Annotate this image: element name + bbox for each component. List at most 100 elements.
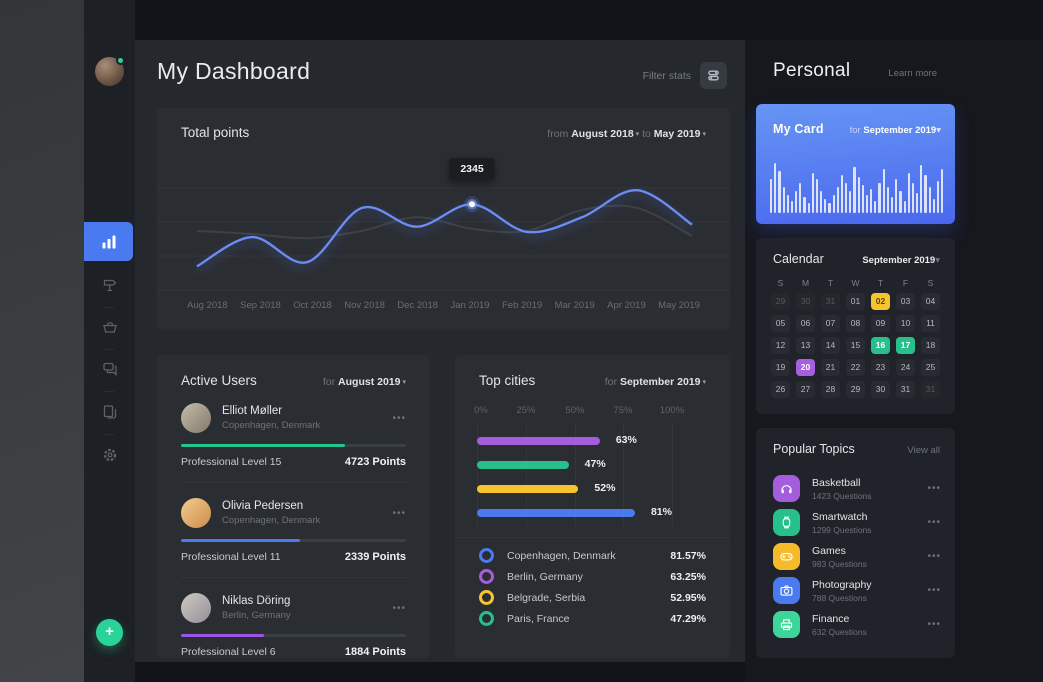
city-bar[interactable]: 63% — [477, 437, 672, 445]
sidebar-item-signpost[interactable] — [84, 270, 135, 300]
chevron-down-icon[interactable]: ▾ — [935, 255, 940, 266]
user-avatar[interactable] — [181, 593, 211, 623]
chevron-down-icon[interactable]: ▾ — [402, 379, 406, 386]
city-bar[interactable]: 52% — [477, 485, 672, 493]
sidebar-item-shop[interactable] — [84, 312, 135, 342]
calendar-day[interactable]: 06 — [796, 315, 815, 332]
calendar-day[interactable]: 15 — [846, 337, 865, 354]
sidebar-item-messages[interactable] — [84, 354, 135, 384]
calendar-day[interactable]: 29 — [846, 381, 865, 398]
from-date-dropdown[interactable]: August 2018 — [571, 128, 633, 140]
calendar-day[interactable]: 30 — [796, 293, 815, 310]
topic-row[interactable]: Basketball 1423 Questions ••• — [773, 475, 941, 502]
calendar-day[interactable]: 01 — [846, 293, 865, 310]
calendar-day[interactable]: 22 — [846, 359, 865, 376]
filter-stats-button[interactable] — [700, 62, 727, 89]
card-title: Top cities — [479, 373, 535, 388]
x-tick: Apr 2019 — [607, 300, 646, 311]
calendar-day[interactable]: 02 — [871, 293, 890, 310]
sidebar-item-settings[interactable] — [84, 440, 135, 470]
more-icon[interactable]: ••• — [927, 483, 941, 494]
more-icon[interactable]: ••• — [392, 413, 406, 424]
topic-row[interactable]: Smartwatch 1299 Questions ••• — [773, 509, 941, 536]
view-all-link[interactable]: View all — [907, 445, 940, 456]
city-bar[interactable]: 81% — [477, 509, 672, 517]
calendar-day[interactable]: 16 — [871, 337, 890, 354]
city-bar[interactable]: 47% — [477, 461, 672, 469]
chevron-down-icon[interactable]: ▾ — [936, 125, 941, 136]
calendar-day[interactable]: 04 — [921, 293, 940, 310]
primary-series-line — [197, 190, 692, 266]
chevron-down-icon[interactable]: ▾ — [702, 379, 706, 386]
more-icon[interactable]: ••• — [392, 508, 406, 519]
my-card[interactable]: My Card for September 2019▾ — [756, 104, 955, 224]
topic-row[interactable]: Finance 632 Questions ••• — [773, 611, 941, 638]
add-button[interactable]: + — [96, 619, 123, 646]
calendar-day[interactable]: 23 — [871, 359, 890, 376]
calendar-day[interactable]: 14 — [821, 337, 840, 354]
calendar-day[interactable]: 31 — [896, 381, 915, 398]
calendar-day[interactable]: 18 — [921, 337, 940, 354]
chevron-down-icon[interactable]: ▾ — [702, 131, 706, 138]
user-avatar[interactable] — [95, 57, 124, 86]
more-icon[interactable]: ••• — [927, 517, 941, 528]
topic-questions: 1423 Questions — [812, 491, 927, 501]
calendar-day[interactable]: 17 — [896, 337, 915, 354]
calendar-day[interactable]: 24 — [896, 359, 915, 376]
legend-row[interactable]: Belgrade, Serbia 52.95% — [479, 587, 706, 608]
calendar-day[interactable]: 12 — [771, 337, 790, 354]
calendar-day[interactable]: 25 — [921, 359, 940, 376]
sparkline-bar — [908, 173, 910, 213]
period-dropdown[interactable]: September 2019 — [620, 376, 701, 388]
sidebar-item-stats[interactable] — [84, 222, 133, 261]
month-dropdown[interactable]: September 2019 — [862, 255, 935, 266]
more-icon[interactable]: ••• — [927, 551, 941, 562]
sparkline-bar — [845, 183, 847, 213]
basket-icon — [101, 318, 119, 336]
calendar-day[interactable]: 13 — [796, 337, 815, 354]
calendar-day[interactable]: 29 — [771, 293, 790, 310]
calendar-day[interactable]: 20 — [796, 359, 815, 376]
sparkline-bar — [904, 201, 906, 213]
sparkline-bar — [770, 179, 772, 213]
legend-row[interactable]: Berlin, Germany 63.25% — [479, 566, 706, 587]
sidebar-item-documents[interactable] — [84, 397, 135, 427]
axis-tick: 0% — [474, 405, 488, 416]
period-dropdown[interactable]: August 2019 — [338, 376, 400, 388]
user-avatar[interactable] — [181, 498, 211, 528]
chevron-down-icon[interactable]: ▾ — [636, 131, 640, 138]
more-icon[interactable]: ••• — [927, 619, 941, 630]
more-icon[interactable]: ••• — [927, 585, 941, 596]
calendar-day[interactable]: 28 — [821, 381, 840, 398]
axis-tick: 100% — [660, 405, 684, 416]
user-avatar[interactable] — [181, 403, 211, 433]
card-title: My Card — [773, 122, 824, 136]
to-date-dropdown[interactable]: May 2019 — [654, 128, 701, 140]
topic-row[interactable]: Games 983 Questions ••• — [773, 543, 941, 570]
calendar-day[interactable]: 30 — [871, 381, 890, 398]
calendar-day[interactable]: 07 — [821, 315, 840, 332]
calendar-day[interactable]: 10 — [896, 315, 915, 332]
legend-row[interactable]: Copenhagen, Denmark 81.57% — [479, 545, 706, 566]
line-chart[interactable]: 2345 — [157, 156, 730, 296]
calendar-day[interactable]: 21 — [821, 359, 840, 376]
more-icon[interactable]: ••• — [392, 603, 406, 614]
highlighted-data-point[interactable] — [464, 196, 480, 212]
learn-more-link[interactable]: Learn more — [888, 68, 937, 79]
card-title: Total points — [181, 125, 249, 140]
calendar-day[interactable]: 09 — [871, 315, 890, 332]
topic-row[interactable]: Photography 788 Questions ••• — [773, 577, 941, 604]
calendar-day[interactable]: 08 — [846, 315, 865, 332]
calendar-day[interactable]: 11 — [921, 315, 940, 332]
calendar-day[interactable]: 31 — [921, 381, 940, 398]
calendar-day[interactable]: 31 — [821, 293, 840, 310]
period-dropdown[interactable]: September 2019 — [863, 125, 936, 136]
calendar-day[interactable]: 26 — [771, 381, 790, 398]
calendar-day[interactable]: 19 — [771, 359, 790, 376]
calendar-day[interactable]: 03 — [896, 293, 915, 310]
calendar-day[interactable]: 27 — [796, 381, 815, 398]
legend-row[interactable]: Paris, France 47.29% — [479, 608, 706, 629]
sparkline-bar — [862, 185, 864, 213]
x-tick: Feb 2019 — [502, 300, 542, 311]
calendar-day[interactable]: 05 — [771, 315, 790, 332]
